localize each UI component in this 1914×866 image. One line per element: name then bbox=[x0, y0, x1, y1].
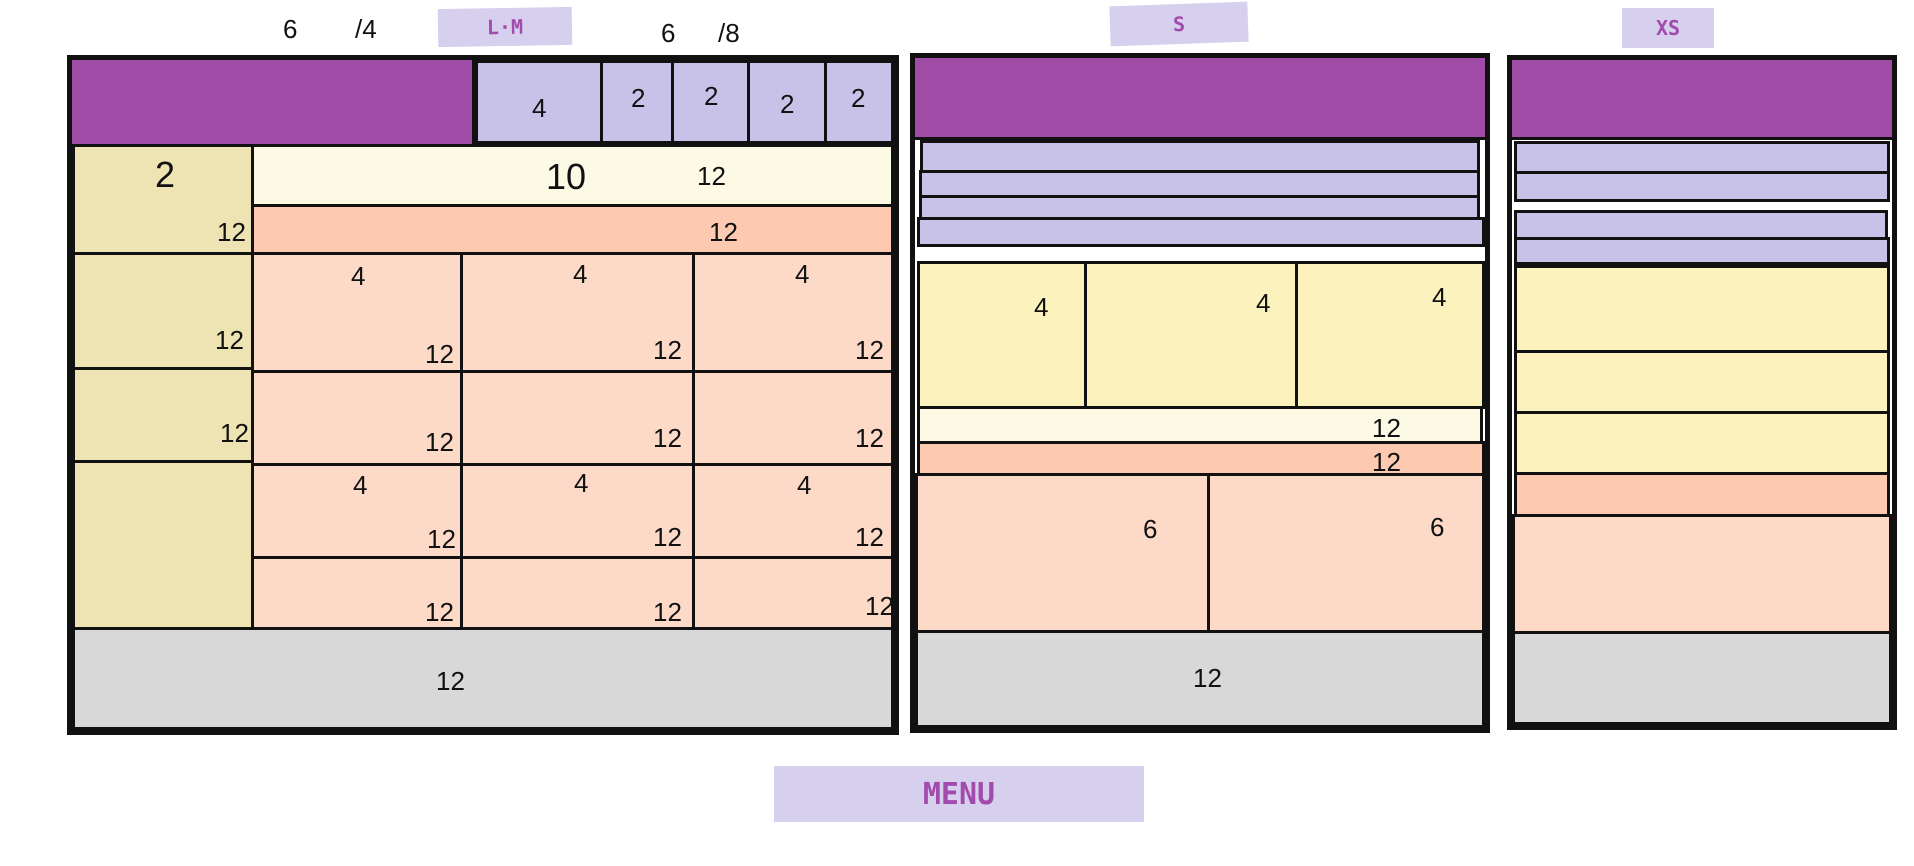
lm-grid-cell: 12 bbox=[251, 370, 463, 466]
lm-layout-frame: 4 2 2 2 2 2 12 12 12 10 12 12 4 12 4 12 … bbox=[67, 55, 899, 735]
s-menu-row bbox=[917, 217, 1485, 247]
s-strip: 12 bbox=[917, 441, 1485, 476]
xs-menu-row bbox=[1514, 210, 1888, 240]
lm-grid-cell: 4 12 bbox=[692, 252, 894, 373]
lm-grid-cell: 4 12 bbox=[251, 463, 463, 559]
xs-content-block bbox=[1514, 350, 1890, 414]
lm-grid-cell: 4 12 bbox=[460, 463, 695, 559]
s-menu-row bbox=[920, 140, 1480, 173]
breakpoint-tag-lm: L·M bbox=[437, 6, 573, 48]
s-feature-col: 4 bbox=[1084, 261, 1298, 409]
xs-layout-frame bbox=[1507, 55, 1897, 730]
s-layout-frame: 4 4 4 12 12 6 6 12 bbox=[910, 53, 1490, 733]
lm-grid-cell: 12 bbox=[692, 556, 894, 630]
xs-content-block bbox=[1514, 265, 1890, 353]
breakpoint-tag-s: S bbox=[1109, 1, 1249, 47]
s-menu-row bbox=[919, 170, 1480, 198]
lm-grid-cell: 4 12 bbox=[692, 463, 894, 559]
lm-header-logo bbox=[72, 60, 475, 144]
s-footer: 12 bbox=[915, 630, 1485, 728]
lm-sidebar-block: 2 12 bbox=[72, 144, 254, 255]
lm-banner: 10 12 bbox=[251, 144, 894, 207]
col-label-b-div: /8 bbox=[718, 18, 740, 48]
menu-tag: MENU bbox=[774, 766, 1144, 822]
lm-strip: 12 bbox=[251, 204, 894, 255]
s-half-col: 6 bbox=[1207, 473, 1485, 633]
lm-sidebar-block: 12 bbox=[72, 252, 254, 370]
xs-menu-row bbox=[1514, 171, 1890, 202]
breakpoint-tag-xs: XS bbox=[1622, 8, 1714, 48]
col-label-a-div: /4 bbox=[355, 14, 377, 44]
lm-footer: 12 bbox=[72, 627, 894, 730]
xs-content-block bbox=[1514, 411, 1890, 475]
lm-grid-cell: 4 12 bbox=[251, 252, 463, 373]
s-half-col: 6 bbox=[915, 473, 1210, 633]
lm-nav-cell: 2 bbox=[671, 60, 750, 144]
lm-grid-cell: 12 bbox=[251, 556, 463, 630]
lm-grid-cell: 12 bbox=[460, 556, 695, 630]
lm-sidebar-block bbox=[72, 460, 254, 630]
lm-nav-cell: 4 bbox=[475, 60, 603, 144]
lm-sidebar-block: 12 bbox=[72, 367, 254, 463]
xs-menu-row bbox=[1514, 237, 1890, 265]
s-feature-col: 4 bbox=[917, 261, 1087, 409]
lm-grid-cell: 12 bbox=[460, 370, 695, 466]
xs-content-area bbox=[1512, 514, 1892, 634]
xs-menu-row bbox=[1514, 141, 1890, 174]
s-feature-col: 4 bbox=[1295, 261, 1485, 409]
xs-footer bbox=[1512, 631, 1892, 725]
col-label-b: 6 bbox=[661, 18, 676, 48]
lm-grid-cell: 4 12 bbox=[460, 252, 695, 373]
lm-nav-cell: 2 bbox=[747, 60, 827, 144]
xs-strip bbox=[1514, 472, 1890, 517]
s-header bbox=[915, 58, 1485, 140]
lm-grid-cell: 12 bbox=[692, 370, 894, 466]
col-label-a: 6 bbox=[283, 14, 298, 44]
s-banner: 12 bbox=[917, 406, 1483, 444]
lm-nav-cell: 2 bbox=[600, 60, 674, 144]
lm-nav-cell: 2 bbox=[824, 60, 894, 144]
xs-header bbox=[1512, 60, 1892, 140]
